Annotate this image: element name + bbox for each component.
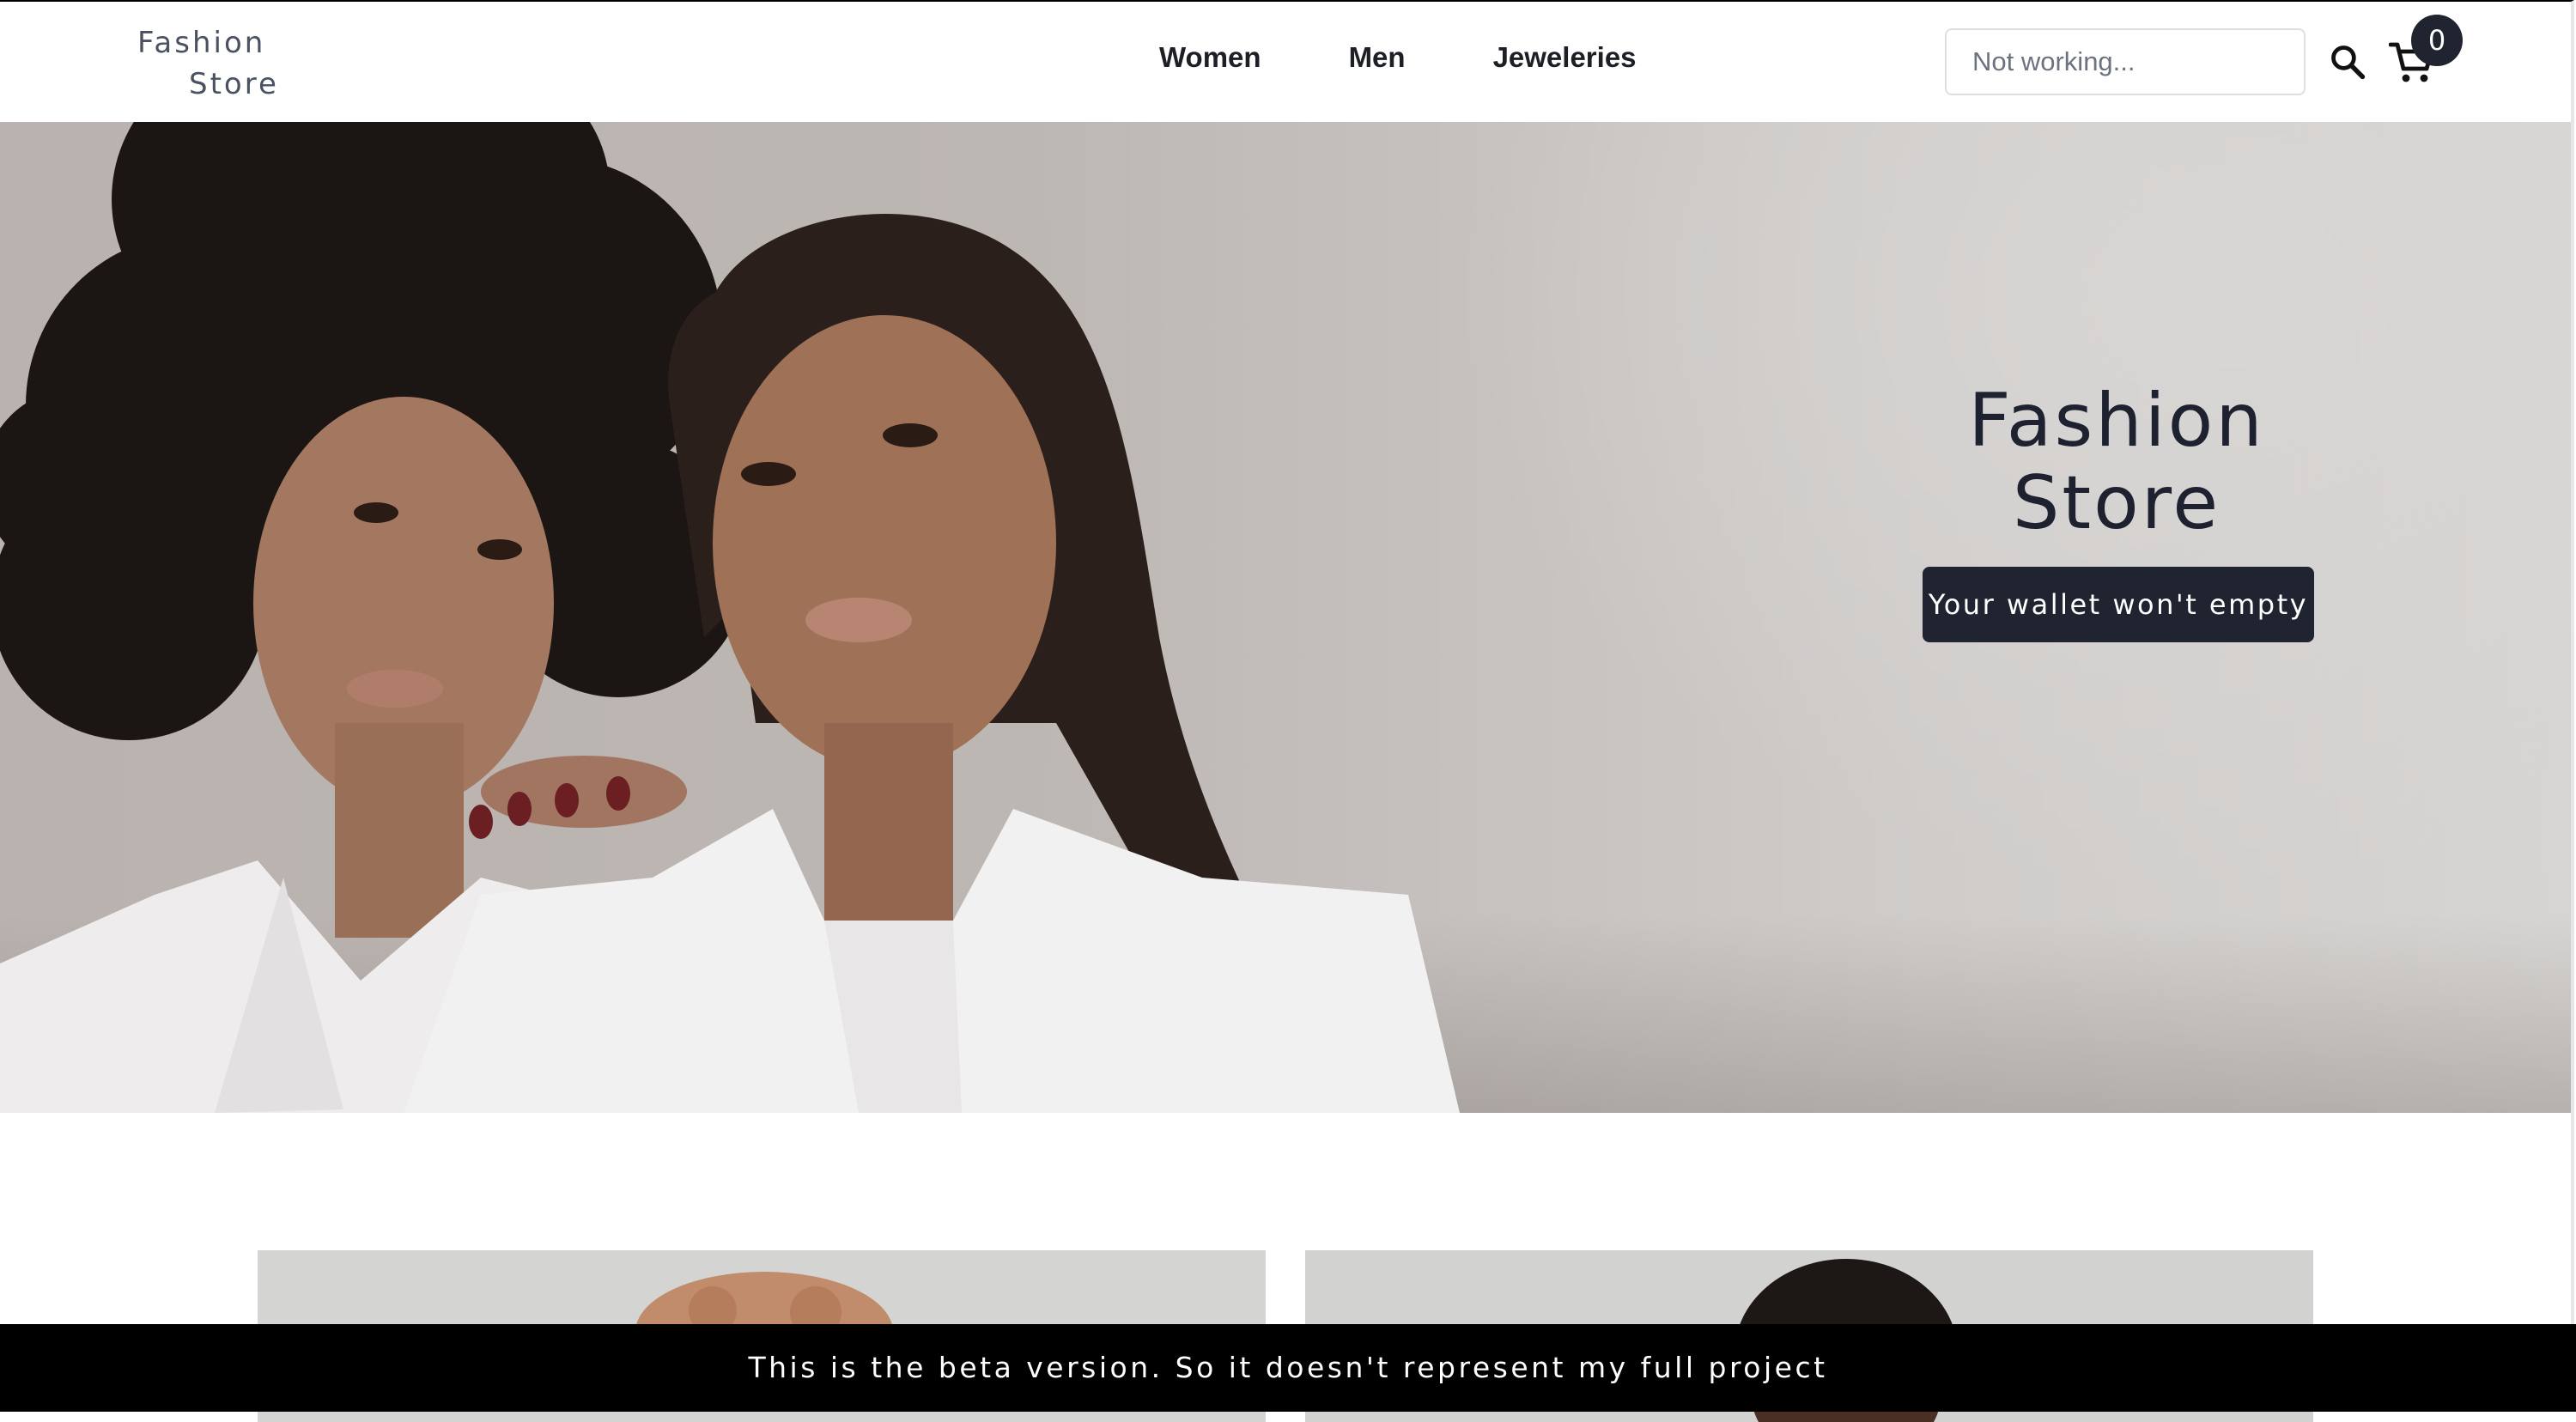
nav-link-women[interactable]: Women (1159, 41, 1261, 74)
hero-title-line-2: Store (2012, 460, 2221, 546)
main-nav: Women Men Jeweleries (1159, 41, 1637, 74)
hero-models-image (0, 122, 1460, 1113)
hero-title-line-1: Fashion (1968, 378, 2265, 464)
hero-cta-button[interactable]: Your wallet won't empty (1923, 567, 2314, 642)
hero-banner: Fashion Store Your wallet won't empty (0, 122, 2571, 1113)
site-header: Fashion Store Women Men Jeweleries 0 (0, 2, 2571, 122)
search-icon[interactable] (2329, 43, 2366, 81)
nav-link-jeweleries[interactable]: Jeweleries (1493, 41, 1637, 74)
logo-line-2: Store (189, 67, 279, 101)
hero-title: Fashion Store (1923, 380, 2310, 544)
beta-notice-banner: This is the beta version. So it doesn't … (0, 1324, 2576, 1412)
logo-line-1: Fashion (137, 26, 266, 60)
nav-link-men[interactable]: Men (1349, 41, 1406, 74)
cart-count-badge: 0 (2411, 15, 2463, 66)
search-input[interactable] (1945, 28, 2306, 95)
logo[interactable]: Fashion Store (137, 22, 309, 105)
